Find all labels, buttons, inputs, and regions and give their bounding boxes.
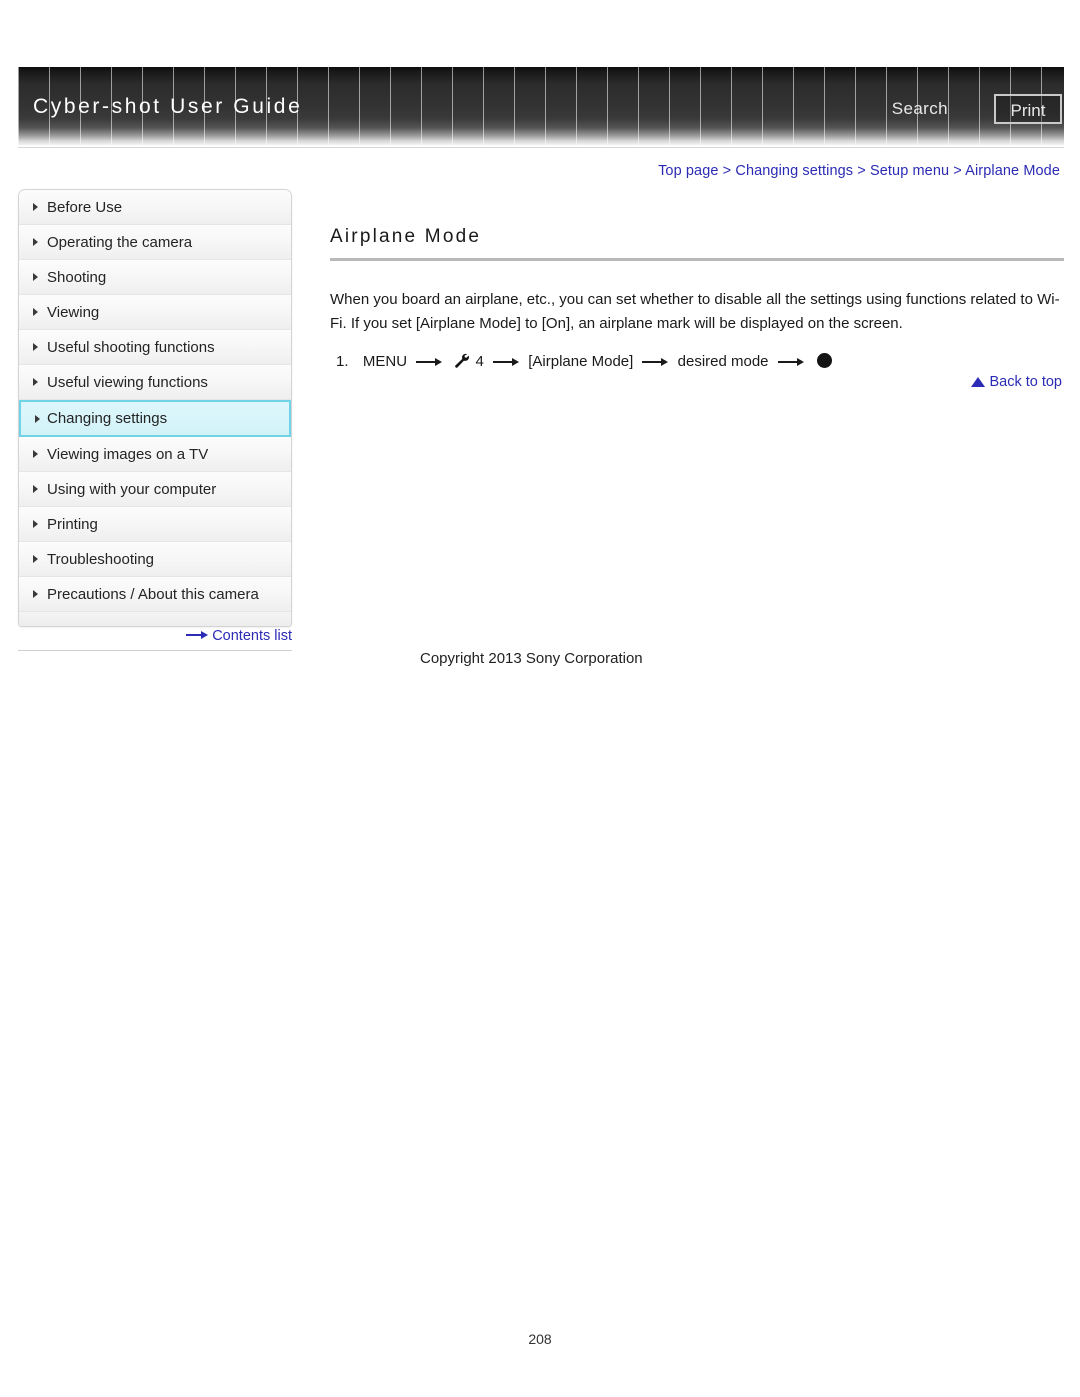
sidebar-item-using-with-your-computer[interactable]: Using with your computer — [19, 472, 291, 507]
search-link[interactable]: Search — [892, 99, 948, 119]
back-to-top-link[interactable]: Back to top — [971, 374, 1062, 390]
page-number: 208 — [528, 1331, 552, 1347]
step-desired-mode: desired mode — [677, 353, 769, 370]
sidebar-item-label: Changing settings — [47, 410, 168, 427]
sidebar-item-troubleshooting[interactable]: Troubleshooting — [19, 542, 291, 577]
triangle-bullet-icon — [33, 450, 38, 458]
contents-list-label: Contents list — [212, 628, 292, 644]
sidebar-item-label: Using with your computer — [47, 481, 217, 498]
triangle-bullet-icon — [33, 308, 38, 316]
wrench-icon — [453, 352, 470, 377]
sidebar-item-operating-the-camera[interactable]: Operating the camera — [19, 225, 291, 260]
sidebar-item-label: Viewing images on a TV — [47, 446, 209, 463]
sidebar-item-label: Viewing — [47, 304, 100, 321]
main-content: Airplane Mode When you board an airplane… — [330, 226, 1064, 390]
sidebar-item-precautions-about-this-camera[interactable]: Precautions / About this camera — [19, 577, 291, 612]
breadcrumb[interactable]: Top page > Changing settings > Setup men… — [658, 163, 1060, 179]
menu-step-instruction: 1. MENU 4 [Airplane Mode] desired mode — [330, 350, 1064, 377]
triangle-bullet-icon — [33, 203, 38, 211]
sidebar-item-useful-shooting-functions[interactable]: Useful shooting functions — [19, 330, 291, 365]
contents-list-link[interactable]: Contents list — [18, 628, 292, 644]
page-title: Airplane Mode — [330, 226, 482, 247]
title-divider — [330, 258, 1064, 261]
triangle-bullet-icon — [33, 485, 38, 493]
triangle-up-icon — [971, 377, 986, 387]
triangle-bullet-icon — [33, 555, 38, 563]
triangle-bullet-icon — [33, 520, 38, 528]
sidebar-item-printing[interactable]: Printing — [19, 507, 291, 542]
sidebar-item-label: Shooting — [47, 269, 107, 286]
sidebar-item-viewing[interactable]: Viewing — [19, 295, 291, 330]
step-number: 1. — [336, 353, 349, 370]
sidebar-item-label: Useful shooting functions — [47, 339, 215, 356]
back-to-top-label: Back to top — [989, 374, 1062, 390]
arrow-right-icon — [186, 630, 209, 640]
sidebar-item-label: Before Use — [47, 199, 123, 216]
triangle-bullet-icon — [33, 238, 38, 246]
triangle-bullet-icon — [33, 378, 38, 386]
triangle-bullet-icon — [33, 343, 38, 351]
sidebar-item-label: Operating the camera — [47, 234, 193, 251]
arrow-right-icon — [416, 357, 443, 367]
sidebar-bottom-rule — [18, 650, 292, 651]
center-button-icon — [816, 353, 832, 368]
site-title: Cyber-shot User Guide — [33, 95, 303, 118]
sidebar-item-shooting[interactable]: Shooting — [19, 260, 291, 295]
sidebar-item-label: Precautions / About this camera — [47, 586, 259, 603]
arrow-right-icon — [777, 357, 804, 367]
body-paragraph: When you board an airplane, etc., you ca… — [330, 291, 1060, 332]
header-underline — [18, 147, 1064, 148]
arrow-right-icon — [493, 357, 520, 367]
triangle-bullet-icon — [33, 590, 38, 598]
sidebar-item-label: Useful viewing functions — [47, 374, 208, 391]
sidebar-item-useful-viewing-functions[interactable]: Useful viewing functions — [19, 365, 291, 400]
triangle-bullet-icon — [33, 273, 38, 281]
sidebar-item-before-use[interactable]: Before Use — [19, 190, 291, 225]
sidebar-nav: Before Use Operating the camera Shooting… — [18, 189, 292, 627]
sidebar-footer-strip — [19, 612, 291, 626]
sidebar-item-changing-settings[interactable]: Changing settings — [19, 400, 291, 437]
triangle-bullet-icon — [35, 414, 40, 423]
step-menu-label: MENU — [362, 353, 408, 370]
copyright-text: Copyright 2013 Sony Corporation — [420, 650, 643, 667]
sidebar-item-viewing-images-on-a-tv[interactable]: Viewing images on a TV — [19, 437, 291, 472]
step-menu-page-number: 4 — [475, 353, 484, 370]
step-setting-name: [Airplane Mode] — [528, 353, 634, 370]
print-button[interactable]: Print — [994, 94, 1062, 124]
arrow-right-icon — [642, 357, 669, 367]
sidebar-item-label: Printing — [47, 516, 98, 533]
sidebar-item-label: Troubleshooting — [47, 551, 155, 568]
